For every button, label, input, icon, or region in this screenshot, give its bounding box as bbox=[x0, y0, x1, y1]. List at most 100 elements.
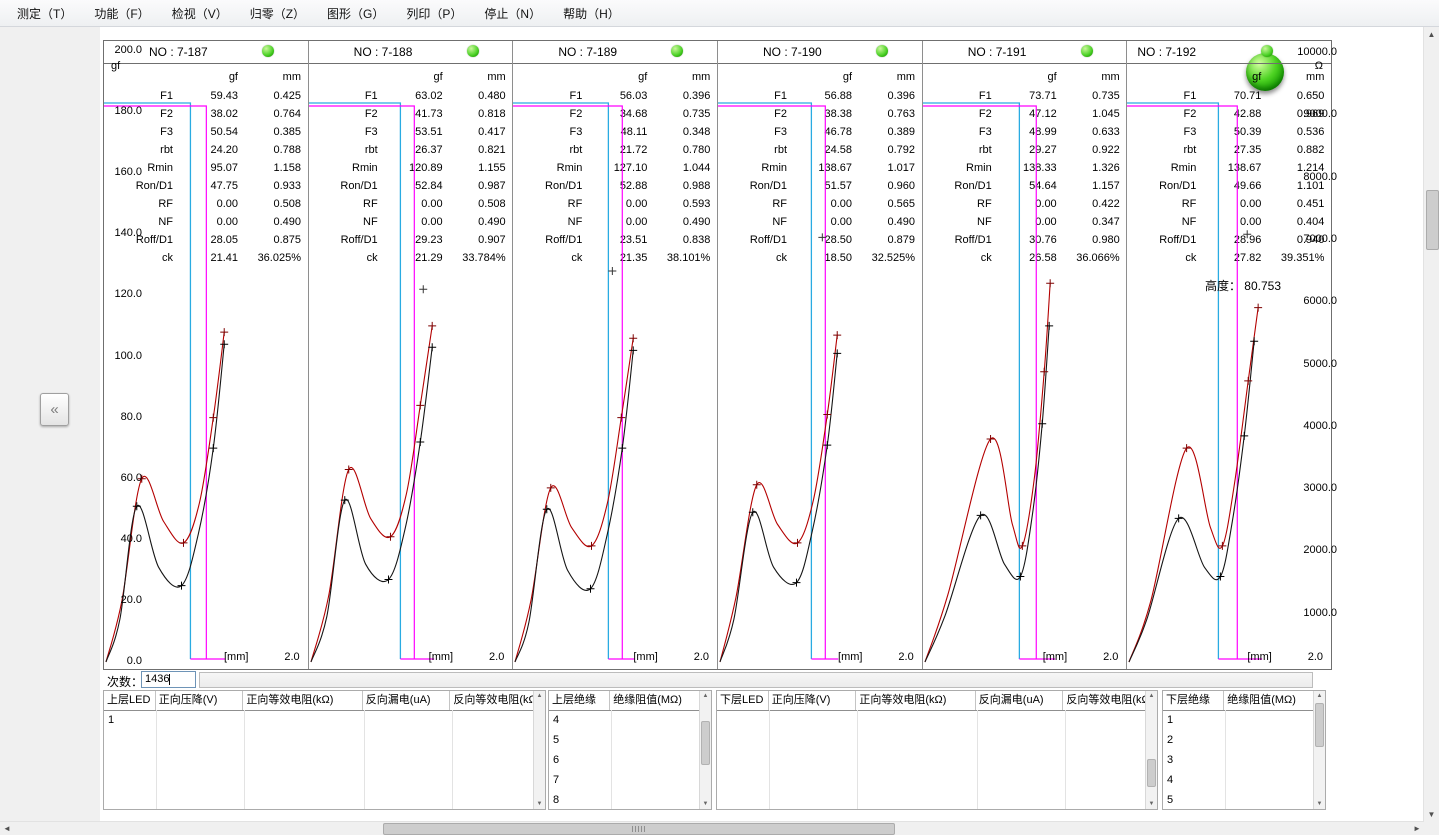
table-scrollbar[interactable]: ▲▼ bbox=[699, 691, 711, 809]
scroll-up-arrow-icon[interactable]: ▲ bbox=[1314, 692, 1325, 700]
scroll-up-arrow-icon[interactable]: ▲ bbox=[1146, 692, 1157, 700]
table-row[interactable]: 6 bbox=[549, 750, 700, 770]
measure-mm-value: 0.987 bbox=[443, 178, 506, 194]
table-scrollbar[interactable]: ▲▼ bbox=[533, 691, 545, 809]
collapse-panel-button[interactable]: « bbox=[40, 393, 69, 426]
measure-label: F3 bbox=[309, 124, 378, 140]
window-horizontal-scrollbar[interactable]: ◄ ► bbox=[0, 821, 1424, 835]
measure-mm-value: 0.490 bbox=[647, 214, 710, 230]
measure-mm-value: 0.960 bbox=[852, 178, 915, 194]
scroll-down-arrow-icon[interactable]: ▼ bbox=[1314, 800, 1325, 808]
window-vertical-scrollbar[interactable]: ▲ ▼ bbox=[1423, 27, 1439, 822]
table-row[interactable]: 2 bbox=[1163, 730, 1314, 750]
measure-mm-value: 0.417 bbox=[443, 124, 506, 140]
table-scrollbar[interactable]: ▲▼ bbox=[1145, 691, 1157, 809]
scroll-left-arrow-icon[interactable]: ◄ bbox=[0, 822, 14, 835]
menu-item-5[interactable]: 列印（P） bbox=[395, 1, 473, 26]
measure-mm-value: 0.821 bbox=[443, 142, 506, 158]
table-row[interactable]: 3 bbox=[1163, 750, 1314, 770]
table-body[interactable]: 1 bbox=[104, 710, 534, 809]
count-label: 次数： bbox=[107, 673, 143, 690]
measure-label: Roff/D1 bbox=[1127, 232, 1196, 248]
table-row[interactable]: 5 bbox=[1163, 790, 1314, 809]
scroll-down-arrow-icon[interactable]: ▼ bbox=[700, 800, 711, 808]
measure-gf-value: 0.00 bbox=[582, 196, 647, 212]
menu-item-0[interactable]: 测定（T） bbox=[6, 1, 83, 26]
column-header: 反向漏电(uA) bbox=[976, 691, 1064, 710]
menu-item-6[interactable]: 停止（N） bbox=[473, 1, 552, 26]
menu-item-7[interactable]: 帮助（H） bbox=[552, 1, 631, 26]
measure-label: Rmin bbox=[513, 160, 582, 176]
table-body[interactable] bbox=[717, 710, 1146, 809]
table-row[interactable]: 4 bbox=[1163, 770, 1314, 790]
measure-gf-value: 127.10 bbox=[582, 160, 647, 176]
measure-label: rbt bbox=[513, 142, 582, 158]
measure-gf-value: 0.00 bbox=[992, 196, 1057, 212]
panel-column-headers: gfmm bbox=[718, 69, 915, 85]
marker-cross-icon bbox=[1255, 304, 1263, 312]
scroll-up-arrow-icon[interactable]: ▲ bbox=[1424, 27, 1439, 42]
scroll-down-arrow-icon[interactable]: ▼ bbox=[1424, 807, 1439, 822]
measure-gf-value: 63.02 bbox=[378, 88, 443, 104]
table-row[interactable]: 7 bbox=[549, 770, 700, 790]
marker-cross-icon bbox=[1245, 377, 1253, 385]
measure-row: F156.880.396 bbox=[718, 88, 915, 104]
scroll-up-arrow-icon[interactable]: ▲ bbox=[700, 692, 711, 700]
table-body[interactable]: 12345 bbox=[1163, 710, 1314, 809]
table-row[interactable]: 1 bbox=[104, 710, 534, 730]
table-scroll-thumb[interactable] bbox=[1315, 703, 1324, 747]
table-lower-led: 下层LED正向压降(V)正向等效电阻(kΩ)反向漏电(uA)反向等效电阻(kΩ)… bbox=[716, 690, 1158, 810]
menu-item-1[interactable]: 功能（F） bbox=[83, 1, 160, 26]
menu-item-3[interactable]: 归零（Z） bbox=[239, 1, 316, 26]
measure-gf-value: 52.84 bbox=[378, 178, 443, 194]
count-input[interactable]: 1436 bbox=[141, 671, 196, 688]
table-row[interactable]: 5 bbox=[549, 730, 700, 750]
scroll-down-arrow-icon[interactable]: ▼ bbox=[534, 800, 545, 808]
scroll-down-arrow-icon[interactable]: ▼ bbox=[1146, 800, 1157, 808]
measure-gf-value: 0.00 bbox=[1196, 214, 1261, 230]
measure-mm-value: 0.348 bbox=[647, 124, 710, 140]
measure-gf-value: 26.37 bbox=[378, 142, 443, 158]
force-curve-press bbox=[720, 353, 837, 662]
menu-item-2[interactable]: 检视（V） bbox=[161, 1, 239, 26]
table-scroll-thumb[interactable] bbox=[1147, 759, 1156, 787]
panel-status-led-icon bbox=[876, 45, 888, 57]
measure-mm-value: 0.633 bbox=[1057, 124, 1120, 140]
menu-item-4[interactable]: 图形（G） bbox=[316, 1, 395, 26]
scroll-right-arrow-icon[interactable]: ► bbox=[1410, 822, 1424, 835]
x-axis-max: 2.0 bbox=[489, 651, 504, 663]
panel-title: NO : 7-190 bbox=[763, 45, 822, 59]
table-scrollbar[interactable]: ▲▼ bbox=[1313, 691, 1325, 809]
table-body[interactable]: 45678 bbox=[549, 710, 700, 809]
vertical-scroll-thumb[interactable] bbox=[1426, 190, 1439, 250]
measure-label: F2 bbox=[718, 106, 787, 122]
height-value: 80.753 bbox=[1244, 279, 1281, 293]
column-header: 下层绝缘 bbox=[1163, 691, 1224, 710]
measure-label: RF bbox=[1127, 196, 1196, 212]
col-header-gf: gf bbox=[1196, 69, 1261, 85]
measure-label: F3 bbox=[513, 124, 582, 140]
measure-label: F2 bbox=[309, 106, 378, 122]
measure-row: Ron/D152.880.988 bbox=[513, 178, 710, 194]
table-scroll-thumb[interactable] bbox=[701, 721, 710, 765]
measure-label: rbt bbox=[1127, 142, 1196, 158]
measure-gf-value: 0.00 bbox=[378, 214, 443, 230]
marker-cross-icon bbox=[428, 343, 436, 351]
table-row[interactable]: 8 bbox=[549, 790, 700, 809]
measure-mm-value: 36.025% bbox=[238, 250, 301, 266]
scroll-up-arrow-icon[interactable]: ▲ bbox=[534, 692, 545, 700]
measure-label: RF bbox=[309, 196, 378, 212]
table-row[interactable]: 1 bbox=[1163, 710, 1314, 730]
measure-mm-value: 1.158 bbox=[238, 160, 301, 176]
measure-gf-value: 24.20 bbox=[173, 142, 238, 158]
count-slider-track[interactable] bbox=[199, 672, 1313, 688]
measure-gf-value: 21.35 bbox=[582, 250, 647, 266]
panel-status-led-icon bbox=[1261, 45, 1273, 57]
measure-label: F2 bbox=[1127, 106, 1196, 122]
measure-mm-value: 0.480 bbox=[443, 88, 506, 104]
measure-gf-value: 48.99 bbox=[992, 124, 1057, 140]
table-row[interactable]: 4 bbox=[549, 710, 700, 730]
measure-gf-value: 0.00 bbox=[378, 196, 443, 212]
horizontal-scroll-thumb[interactable] bbox=[383, 823, 895, 835]
measure-gf-value: 59.43 bbox=[173, 88, 238, 104]
